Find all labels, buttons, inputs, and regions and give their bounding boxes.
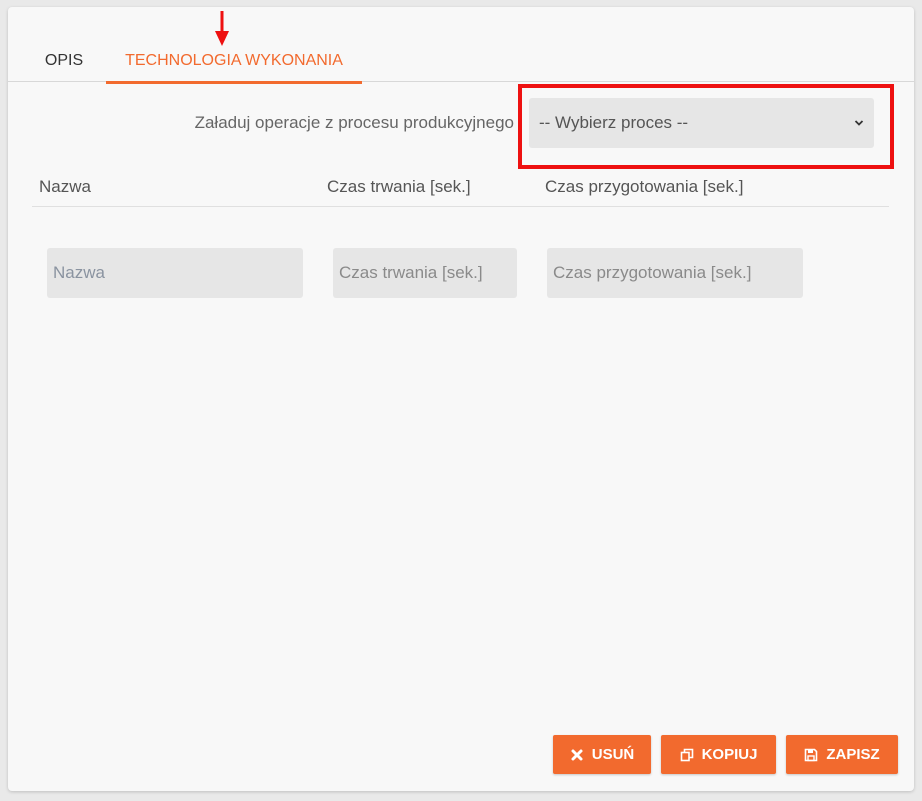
preparation-time-input[interactable] xyxy=(547,248,803,298)
copy-button-label: KOPIUJ xyxy=(701,746,758,763)
tab-opis[interactable]: OPIS xyxy=(28,47,100,81)
column-header-preparation: Czas przygotowania [sek.] xyxy=(545,177,744,196)
column-header-duration: Czas trwania [sek.] xyxy=(327,177,471,196)
copy-icon xyxy=(680,748,693,761)
product-editor-panel: OPIS TECHNOLOGIA WYKONANIA Załaduj opera… xyxy=(8,7,914,791)
save-button[interactable]: ZAPISZ xyxy=(786,735,898,774)
delete-button-label: USUŃ xyxy=(591,746,635,763)
tab-technologia-wykonania[interactable]: TECHNOLOGIA WYKONANIA xyxy=(106,47,362,84)
close-x-icon xyxy=(571,749,583,760)
process-select[interactable]: -- Wybierz proces -- xyxy=(529,98,874,148)
column-header-name: Nazwa xyxy=(39,177,91,196)
floppy-disk-icon xyxy=(805,748,818,761)
annotation-arrow-icon xyxy=(215,11,229,46)
copy-button[interactable]: KOPIUJ xyxy=(661,735,776,774)
duration-input[interactable] xyxy=(333,248,517,298)
name-input[interactable] xyxy=(47,248,303,298)
chevron-down-icon xyxy=(854,120,864,126)
delete-button[interactable]: USUŃ xyxy=(553,735,651,774)
load-process-label: Załaduj operacje z procesu produkcyjnego xyxy=(194,113,514,132)
tab-bar: OPIS TECHNOLOGIA WYKONANIA xyxy=(8,47,914,84)
process-select-value: -- Wybierz proces -- xyxy=(539,113,689,132)
save-button-label: ZAPISZ xyxy=(826,746,880,763)
table-header-divider xyxy=(32,206,889,207)
